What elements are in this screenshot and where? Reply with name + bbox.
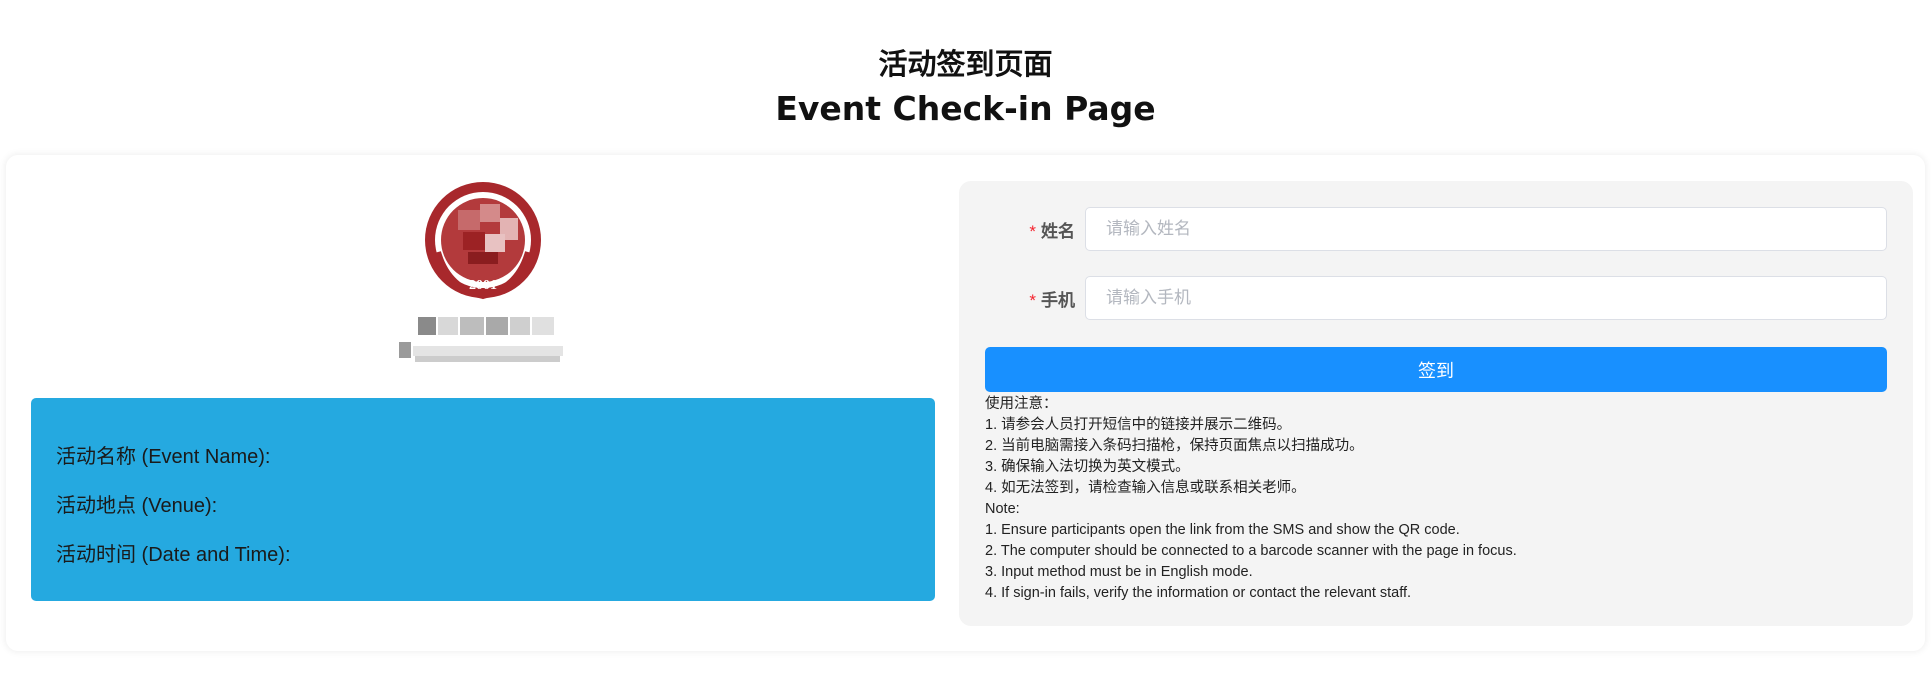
- phone-input[interactable]: [1085, 276, 1887, 320]
- note-line: 4. 如无法签到，请检查输入信息或联系相关老师。: [985, 480, 1306, 496]
- note-line: 3. Input method must be in English mode.: [985, 564, 1253, 580]
- page-title-chinese: 活动签到页面: [878, 47, 1053, 81]
- checkin-form: * 姓名 * 手机 签到 使用注意： 1. 请参会人员打开短信中的链接并展示二维码。…: [959, 181, 1913, 626]
- note-line: 2. 当前电脑需接入条码扫描枪，保持页面焦点以扫描成功。: [985, 438, 1364, 454]
- event-time-label: 活动时间 (Date and Time):: [56, 544, 291, 566]
- event-venue-label: 活动地点 (Venue):: [56, 495, 218, 517]
- note-line: 2. The computer should be connected to a…: [985, 543, 1517, 559]
- phone-field-label: * 手机: [985, 286, 1075, 311]
- page-header: 活动签到页面 Event Check-in Page: [0, 44, 1931, 132]
- note-line: 1. Ensure participants open the link fro…: [985, 522, 1460, 538]
- school-emblem-icon: 2001: [425, 182, 541, 300]
- event-name-label: 活动名称 (Event Name):: [56, 446, 271, 468]
- note-line: 1. 请参会人员打开短信中的链接并展示二维码。: [985, 417, 1292, 433]
- org-name-blurred: [410, 313, 565, 337]
- name-input[interactable]: [1085, 207, 1887, 251]
- usage-notes: 使用注意： 1. 请参会人员打开短信中的链接并展示二维码。 2. 当前电脑需接入…: [985, 394, 1885, 604]
- logo-year-text: 2001: [469, 278, 497, 293]
- org-subtitle-blurred: [395, 340, 570, 364]
- required-mark: *: [1029, 222, 1036, 241]
- school-logo: 2001: [418, 180, 548, 305]
- event-info-panel: 活动名称 (Event Name): 活动地点 (Venue): 活动时间 (D…: [31, 398, 935, 601]
- name-field-label: * 姓名: [985, 217, 1075, 242]
- name-label-text: 姓名: [1041, 222, 1075, 241]
- page-title-english: Event Check-in Page: [775, 89, 1156, 128]
- note-line: Note:: [985, 501, 1020, 517]
- note-line: 4. If sign-in fails, verify the informat…: [985, 585, 1412, 601]
- note-line: 3. 确保输入法切换为英文模式。: [985, 459, 1190, 475]
- checkin-submit-button[interactable]: 签到: [985, 347, 1887, 392]
- required-mark: *: [1029, 291, 1036, 310]
- note-line: 使用注意：: [985, 396, 1058, 412]
- phone-label-text: 手机: [1041, 291, 1075, 310]
